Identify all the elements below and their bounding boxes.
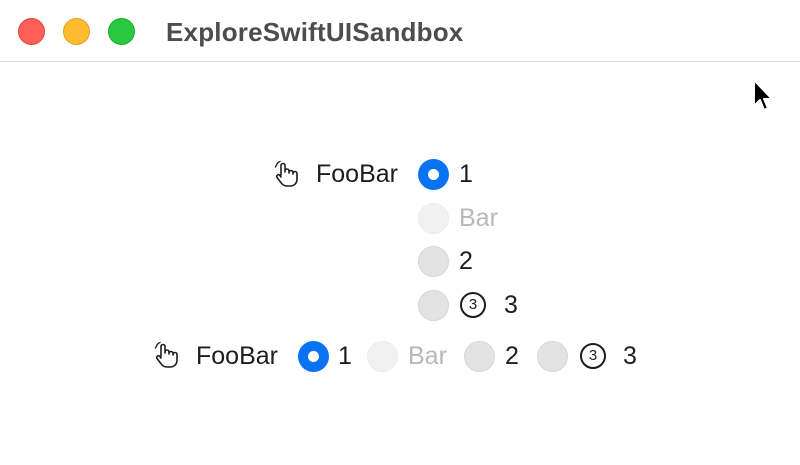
circled-3-icon: 3 <box>460 292 486 318</box>
radio-option-label: Bar <box>408 342 447 370</box>
radio-option-2[interactable] <box>464 341 495 372</box>
radio-option-label: 2 <box>459 247 473 275</box>
window-title: ExploreSwiftUISandbox <box>166 17 464 47</box>
radio-option-1[interactable] <box>418 159 449 190</box>
radio-option-3[interactable] <box>418 290 449 321</box>
minimize-icon[interactable] <box>63 18 90 45</box>
radio-option-label: 1 <box>459 160 473 188</box>
radio-option-1[interactable] <box>298 341 329 372</box>
radio-option-bar <box>367 341 398 372</box>
radio-option-label: 3 <box>623 342 637 370</box>
radio-option-label: 1 <box>338 342 352 370</box>
radio-option-label: 2 <box>505 342 519 370</box>
radio-option-3[interactable] <box>537 341 568 372</box>
circled-3-icon: 3 <box>580 343 606 369</box>
zoom-icon[interactable] <box>108 18 135 45</box>
radio-option-label: Bar <box>459 204 498 232</box>
radio-option-bar <box>418 203 449 234</box>
pointing-hand-icon <box>274 160 298 187</box>
close-icon[interactable] <box>18 18 45 45</box>
picker-label: FooBar <box>316 160 398 188</box>
pointing-hand-icon <box>154 341 178 368</box>
radio-option-label: 3 <box>504 291 518 319</box>
radio-option-2[interactable] <box>418 246 449 277</box>
picker-label: FooBar <box>196 342 278 370</box>
title-bar: ExploreSwiftUISandbox <box>0 0 800 62</box>
cursor-icon <box>753 79 773 111</box>
